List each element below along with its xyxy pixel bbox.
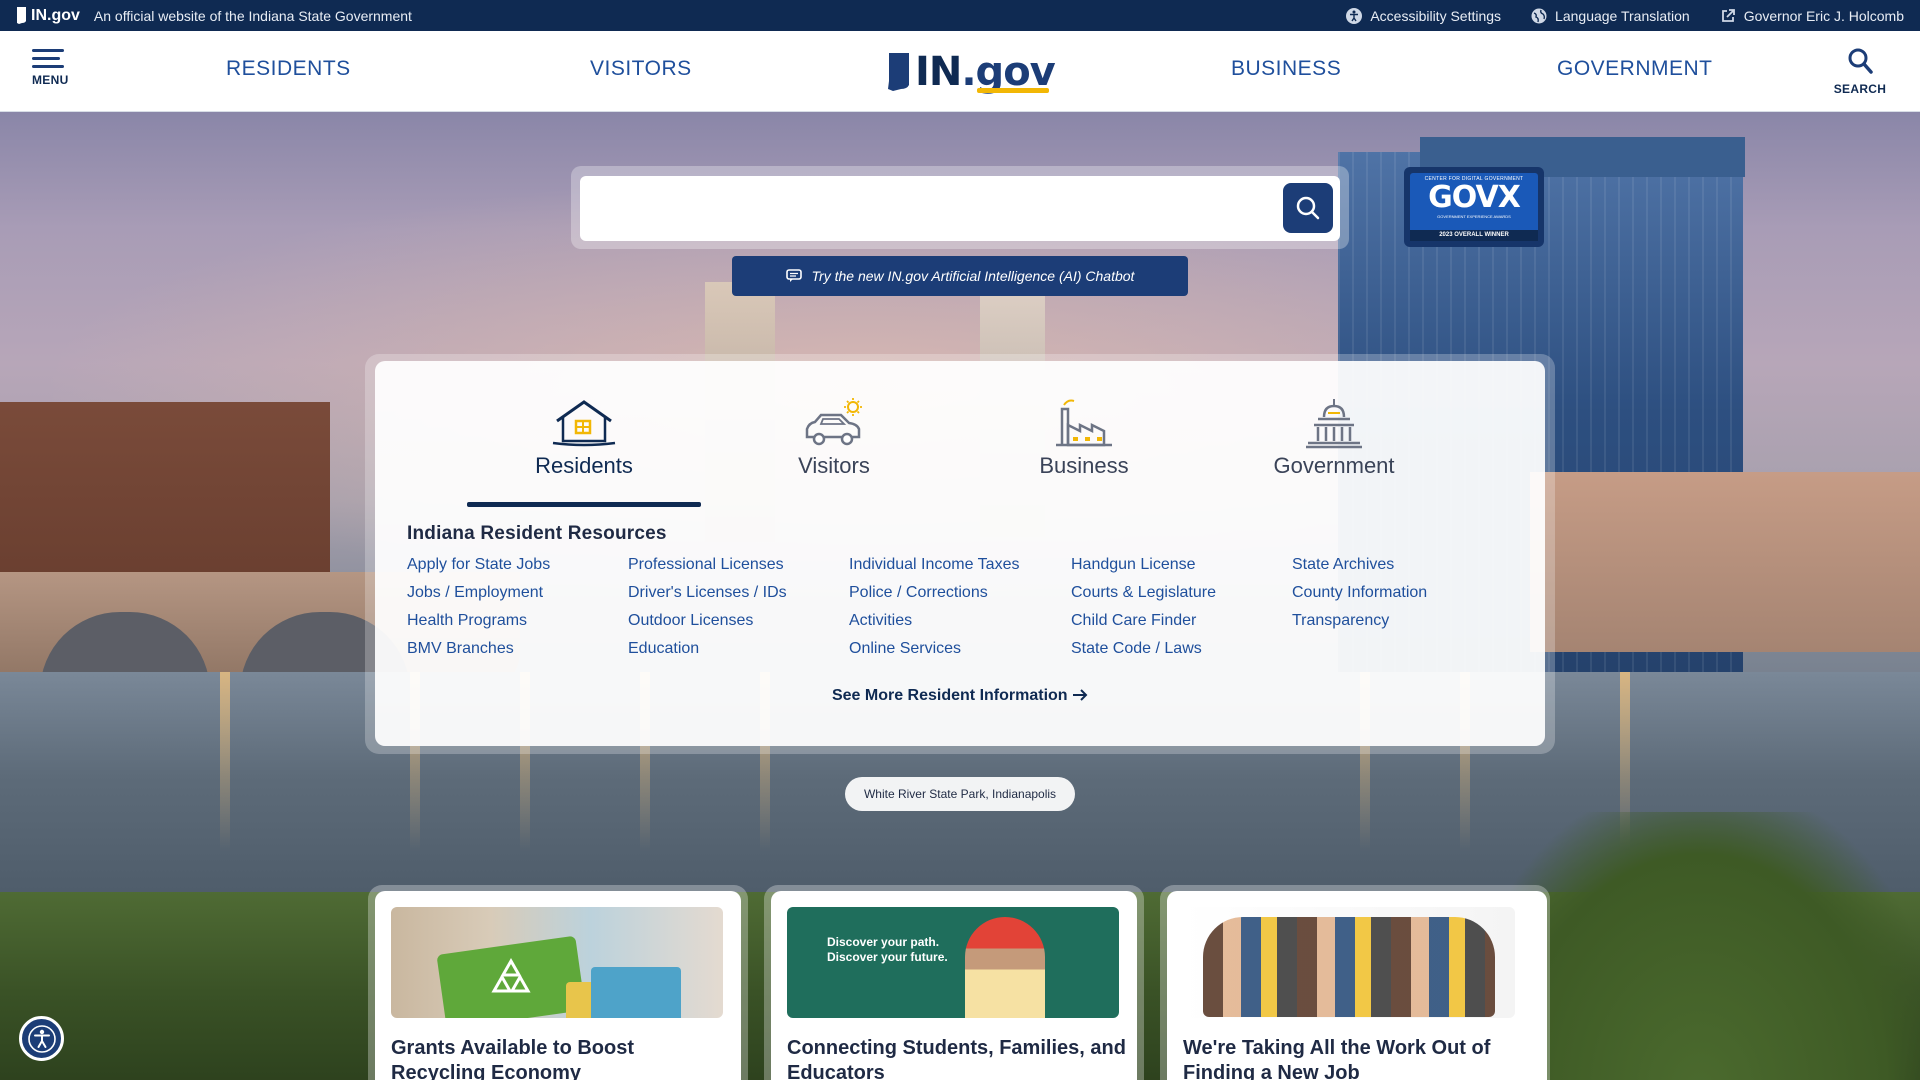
tab-government-label: Government (1273, 453, 1395, 478)
resource-link[interactable]: Education (628, 635, 849, 663)
see-more-link[interactable]: See More Resident Information (375, 687, 1545, 705)
news-title: Grants Available to Boost Recycling Econ… (391, 1037, 635, 1080)
car-sun-icon (805, 398, 862, 446)
riverside-building (1530, 472, 1920, 652)
search-icon (1848, 48, 1873, 74)
main-nav: MENU RESIDENTS VISITORS IN.gov BUSINESS … (0, 31, 1920, 112)
govx-award-badge[interactable]: CENTER FOR DIGITAL GOVERNMENT GOVX GOVER… (1404, 167, 1544, 247)
arrow-right-icon (1073, 689, 1088, 701)
tab-government[interactable]: Government (1217, 395, 1451, 479)
resource-link[interactable]: Apply for State Jobs (407, 551, 628, 579)
brand-text: IN.gov (915, 49, 1056, 95)
language-translation-label: Language Translation (1555, 7, 1690, 24)
resource-links: Apply for State Jobs Jobs / Employment H… (407, 551, 1517, 663)
news-title: We're Taking All the Work Out of Finding… (1183, 1037, 1491, 1080)
category-panel: Residents Visitors Business Government I… (375, 361, 1545, 746)
accessibility-icon (1346, 7, 1363, 24)
accessibility-icon (27, 1024, 56, 1053)
capitol-icon (1306, 399, 1362, 449)
news-title: Connecting Students, Families, and Educa… (787, 1037, 1126, 1080)
resource-link[interactable]: BMV Branches (407, 635, 628, 663)
news-image-workers (1183, 907, 1515, 1018)
indiana-state-icon (17, 7, 26, 24)
governor-label: Governor Eric J. Holcomb (1743, 7, 1904, 24)
search-toggle-button[interactable]: SEARCH (1830, 47, 1890, 96)
ingov-logo[interactable]: IN.gov (885, 49, 1056, 95)
resource-link[interactable]: Activities (849, 607, 1071, 635)
house-icon (552, 400, 616, 447)
search-label: SEARCH (1833, 82, 1887, 96)
resource-link[interactable]: Handgun License (1071, 551, 1292, 579)
external-link-icon (1721, 8, 1735, 22)
resource-link[interactable]: State Archives (1292, 551, 1513, 579)
accessibility-widget-button[interactable] (19, 1016, 64, 1061)
factory-icon (1056, 399, 1112, 447)
indiana-state-icon (888, 53, 909, 91)
accessibility-settings-label: Accessibility Settings (1370, 7, 1502, 24)
resource-link[interactable]: Outdoor Licenses (628, 607, 849, 635)
resource-link[interactable]: Courts & Legislature (1071, 579, 1292, 607)
photo-caption: White River State Park, Indianapolis (845, 777, 1075, 811)
brand-underline (977, 88, 1049, 93)
menu-label: MENU (32, 73, 69, 87)
nav-business[interactable]: BUSINESS (1231, 57, 1341, 81)
tab-visitors[interactable]: Visitors (717, 395, 951, 479)
award-bottom-text: 2023 OVERALL WINNER (1410, 230, 1538, 241)
see-more-label: See More Resident Information (831, 687, 1068, 704)
news-card[interactable]: Grants Available to Boost Recycling Econ… (375, 891, 741, 1080)
tab-residents[interactable]: Residents (467, 395, 701, 479)
ai-chatbot-button[interactable]: Try the new IN.gov Artificial Intelligen… (732, 256, 1188, 296)
language-translation-link[interactable]: Language Translation (1531, 8, 1690, 24)
tab-residents-label: Residents (535, 453, 633, 478)
nav-visitors[interactable]: VISITORS (590, 57, 692, 81)
search-submit-button[interactable] (1283, 183, 1333, 233)
section-title: Indiana Resident Resources (407, 523, 667, 544)
news-image-text: Discover your path. Discover your future… (827, 935, 948, 964)
menu-button[interactable]: MENU (32, 49, 82, 87)
resource-link[interactable]: Health Programs (407, 607, 628, 635)
globe-icon (1531, 8, 1547, 23)
active-tab-indicator (467, 502, 701, 507)
governor-link[interactable]: Governor Eric J. Holcomb (1720, 8, 1904, 24)
chatbot-label: Try the new IN.gov Artificial Intelligen… (811, 268, 1135, 284)
resource-link[interactable]: Individual Income Taxes (849, 551, 1071, 579)
tab-visitors-label: Visitors (798, 453, 870, 478)
search-box (580, 176, 1340, 241)
hamburger-icon (32, 49, 82, 68)
resource-link[interactable]: Police / Corrections (849, 579, 1071, 607)
search-icon (1296, 196, 1320, 220)
hero-background: Try the new IN.gov Artificial Intelligen… (0, 112, 1920, 1080)
news-card[interactable]: Discover your path. Discover your future… (771, 891, 1137, 1080)
official-text: An official website of the Indiana State… (93, 7, 412, 24)
nav-government[interactable]: GOVERNMENT (1557, 57, 1713, 81)
resource-link[interactable]: State Code / Laws (1071, 635, 1292, 663)
chat-icon (785, 269, 802, 282)
resource-link[interactable]: Transparency (1292, 607, 1513, 635)
search-input[interactable] (590, 188, 1250, 230)
nav-residents[interactable]: RESIDENTS (226, 57, 351, 81)
tab-business[interactable]: Business (967, 395, 1201, 479)
resource-link[interactable]: Child Care Finder (1071, 607, 1292, 635)
news-card[interactable]: We're Taking All the Work Out of Finding… (1167, 891, 1547, 1080)
resource-link[interactable]: Driver's Licenses / IDs (628, 579, 849, 607)
official-bar: IN.gov An official website of the Indian… (0, 0, 1920, 31)
resource-link[interactable]: Online Services (849, 635, 1071, 663)
news-image-students: Discover your path. Discover your future… (787, 907, 1119, 1018)
resource-link[interactable]: County Information (1292, 579, 1513, 607)
mini-logo[interactable]: IN.gov (16, 7, 80, 25)
resource-link[interactable]: Jobs / Employment (407, 579, 628, 607)
mini-logo-text: IN.gov (31, 6, 80, 24)
recycle-icon (491, 957, 531, 993)
news-image-recycling (391, 907, 723, 1018)
accessibility-settings-link[interactable]: Accessibility Settings (1346, 7, 1502, 24)
award-title: GOVX (1428, 180, 1521, 215)
tab-business-label: Business (1039, 453, 1129, 478)
brand-in: IN (915, 49, 962, 95)
resource-link[interactable]: Professional Licenses (628, 551, 849, 579)
